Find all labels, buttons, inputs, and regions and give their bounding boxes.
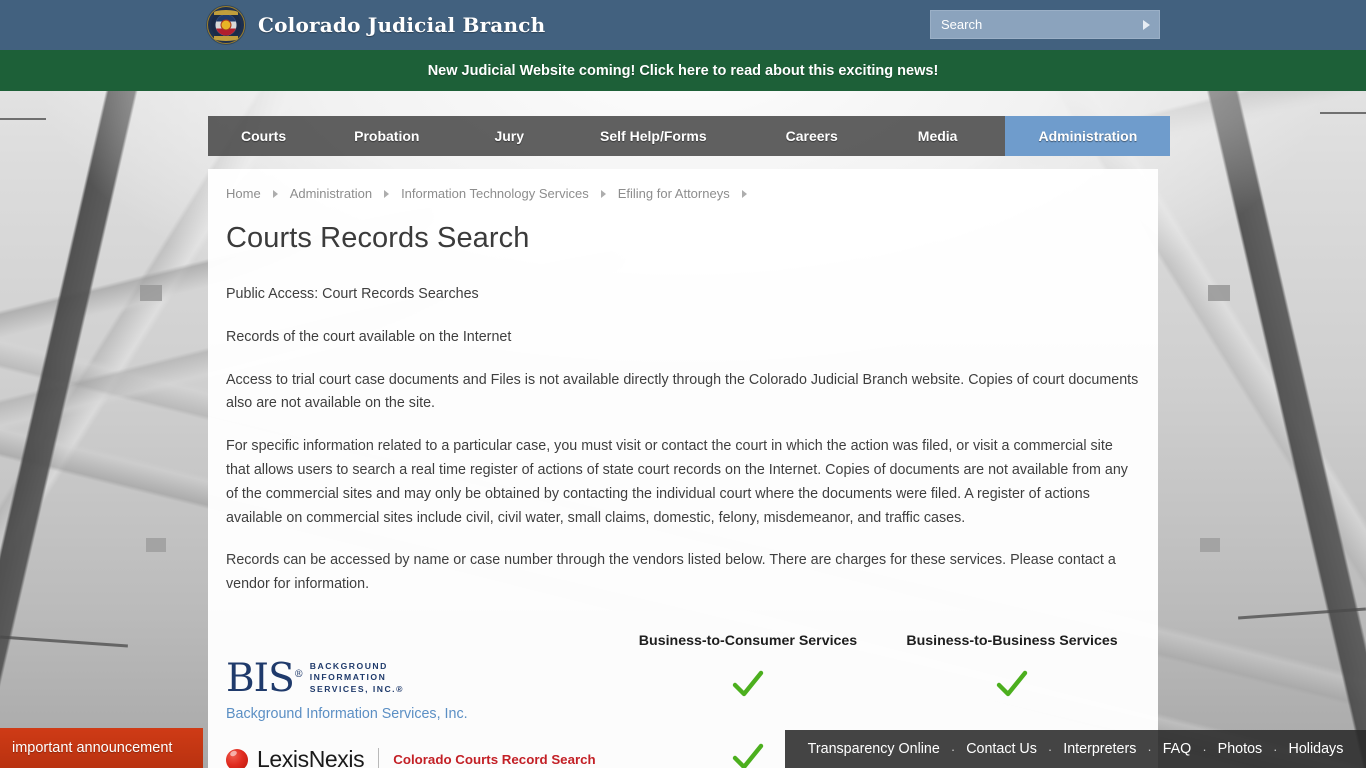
bis-sublines: BACKGROUND INFORMATION SERVICES, INC.® <box>310 655 404 696</box>
lexisnexis-wordmark: LexisNexis <box>257 746 365 768</box>
breadcrumb-chevron-icon <box>272 189 278 198</box>
bis-registered-mark: ® <box>293 668 304 680</box>
footer-link-interpreters[interactable]: Interpreters <box>1060 741 1139 757</box>
breadcrumb: Home Administration Information Technolo… <box>208 169 1158 201</box>
paragraph-public-access: Public Access: Court Records Searches <box>226 286 479 302</box>
main-navigation: Courts Probation Jury Self Help/Forms Ca… <box>208 116 1171 156</box>
vendor-cell-bis: BIS® BACKGROUND INFORMATION SERVICES, IN… <box>226 649 612 722</box>
search-box[interactable] <box>930 10 1160 39</box>
nav-item-probation[interactable]: Probation <box>318 116 455 156</box>
breadcrumb-item-home[interactable]: Home <box>226 186 261 201</box>
green-check-icon <box>996 671 1028 697</box>
vendor-bis-b2b-cell <box>884 668 1140 702</box>
footer-link-transparency-online[interactable]: Transparency Online <box>805 741 943 757</box>
announcement-banner-link[interactable]: New Judicial Website coming! Click here … <box>428 63 939 79</box>
vendor-cell-lexisnexis: LexisNexis Colorado Courts Record Search <box>226 742 612 768</box>
nav-item-courts[interactable]: Courts <box>208 116 318 156</box>
bis-wordmark: BIS® <box>226 655 304 701</box>
green-check-icon <box>732 743 764 768</box>
important-announcement-tab[interactable]: important announcement <box>0 728 203 768</box>
nav-item-media[interactable]: Media <box>880 116 996 156</box>
footer-separator: · <box>1047 741 1053 757</box>
page-content: Home Administration Information Technolo… <box>208 169 1158 768</box>
search-input[interactable] <box>931 11 1133 38</box>
breadcrumb-item-it-services[interactable]: Information Technology Services <box>401 186 589 201</box>
paragraph-records-internet: Records of the court available on the In… <box>226 328 512 345</box>
important-announcement-label: important announcement <box>12 740 173 756</box>
background-detail-line <box>1320 112 1366 114</box>
footer-link-holidays[interactable]: Holidays <box>1286 741 1347 757</box>
bis-subline-1: BACKGROUND <box>309 660 388 671</box>
nav-item-administration[interactable]: Administration <box>1005 116 1171 156</box>
paragraph-access-trial-court: Access to trial court case documents and… <box>226 371 1139 412</box>
breadcrumb-chevron-icon <box>741 189 747 198</box>
breadcrumb-item-administration[interactable]: Administration <box>290 186 372 201</box>
footer-separator: · <box>1147 741 1152 757</box>
footer-link-faq[interactable]: FAQ <box>1160 741 1195 757</box>
nav-item-self-help-forms[interactable]: Self Help/Forms <box>563 116 744 156</box>
vendor-bis-b2c-cell <box>612 668 884 702</box>
footer-separator: · <box>950 741 956 757</box>
nav-item-jury[interactable]: Jury <box>455 116 563 156</box>
footer-separator: · <box>1202 741 1207 757</box>
search-submit-button[interactable] <box>1133 11 1159 38</box>
lexisnexis-tagline: Colorado Courts Record Search <box>393 752 596 768</box>
search-arrow-icon <box>1142 19 1150 30</box>
vendor-table-header: Business-to-Consumer Services Business-t… <box>226 621 1140 649</box>
breadcrumb-item-efiling[interactable]: Efiling for Attorneys <box>618 186 730 201</box>
background-pillar-cap <box>1208 285 1230 301</box>
bis-subline-3: SERVICES, INC.® <box>309 683 404 694</box>
bis-wordmark-text: BIS <box>226 655 295 701</box>
background-pillar-cap <box>1200 538 1220 552</box>
footer-link-contact-us[interactable]: Contact Us <box>963 741 1040 757</box>
brand-title: Colorado Judicial Branch <box>258 13 546 37</box>
green-check-icon <box>732 671 764 697</box>
vendor-link-bis[interactable]: Background Information Services, Inc. <box>226 706 612 722</box>
background-pillar-cap <box>146 538 166 552</box>
footer-separator: · <box>1273 741 1278 757</box>
lexisnexis-logo: LexisNexis Colorado Courts Record Search <box>226 742 612 768</box>
background-detail-line <box>0 118 46 120</box>
bis-subline-2: INFORMATION <box>309 672 387 683</box>
lexisnexis-divider <box>378 748 380 768</box>
table-row: BIS® BACKGROUND INFORMATION SERVICES, IN… <box>226 649 1140 722</box>
nav-item-careers[interactable]: Careers <box>744 116 880 156</box>
paragraph-specific-information: For specific information related to a pa… <box>226 438 1128 526</box>
lexisnexis-orb-icon <box>226 748 248 768</box>
breadcrumb-chevron-icon <box>600 189 606 198</box>
breadcrumb-chevron-icon <box>384 189 390 198</box>
site-header: Colorado Judicial Branch <box>0 0 1366 50</box>
article-body: Public Access: Court Records Searches Re… <box>208 283 1158 768</box>
column-header-b2b: Business-to-Business Services <box>906 632 1118 649</box>
page-title: Courts Records Search <box>226 222 530 254</box>
footer-link-photos[interactable]: Photos <box>1215 741 1266 757</box>
footer-links-bar: Transparency Online · Contact Us · Inter… <box>785 730 1366 768</box>
brand[interactable]: Colorado Judicial Branch <box>207 0 545 50</box>
colorado-courts-seal-icon <box>207 6 245 44</box>
column-header-b2c: Business-to-Consumer Services <box>638 632 858 649</box>
background-pillar-cap <box>140 285 162 301</box>
announcement-banner[interactable]: New Judicial Website coming! Click here … <box>0 50 1366 91</box>
bis-logo: BIS® BACKGROUND INFORMATION SERVICES, IN… <box>226 649 612 722</box>
paragraph-records-vendors: Records can be accessed by name or case … <box>226 552 1116 593</box>
